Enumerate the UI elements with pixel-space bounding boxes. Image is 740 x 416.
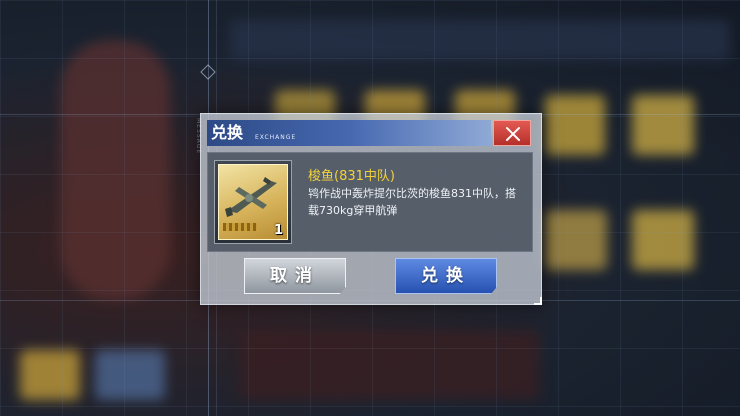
item-description: 鸨作战中轰炸提尔比茨的梭鱼831中队，搭载730kg穿甲航弹 <box>308 187 516 217</box>
exchange-button[interactable]: 兑换 <box>395 258 497 294</box>
close-x-icon <box>506 127 520 141</box>
item-slot[interactable]: 1 <box>214 160 292 244</box>
close-button[interactable] <box>493 120 531 146</box>
cancel-button[interactable]: 取消 <box>244 258 346 294</box>
dialog-title: 兑换 <box>211 123 244 142</box>
rarity-stars-icon <box>223 223 257 231</box>
dialog-subtitle: EXCHANGE <box>255 134 297 141</box>
dialog-titlebar: 兑换 EXCHANGE <box>207 120 491 146</box>
item-count: 1 <box>273 223 283 238</box>
item-info-panel: 1 梭鱼(831中队) 鸨作战中轰炸提尔比茨的梭鱼831中队，搭载730kg穿甲… <box>207 152 533 252</box>
exchange-dialog: 兑换 EXCHANGE 1 梭鱼(831中队) 鸨作战中轰炸提尔比茨的梭鱼831… <box>200 113 542 305</box>
item-name: 梭鱼(831中队) <box>308 169 395 184</box>
aircraft-icon <box>225 177 277 217</box>
item-card: 1 <box>218 164 288 240</box>
